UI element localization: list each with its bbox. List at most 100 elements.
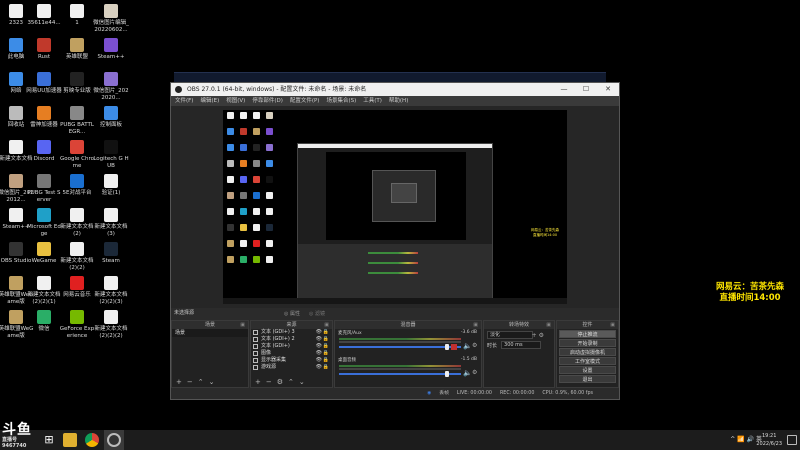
volume-slider-knob[interactable] [445, 344, 449, 350]
start-recording-button[interactable]: 开始录制 [559, 339, 616, 347]
lock-icon[interactable]: 🔒 [323, 350, 329, 357]
dock-menu-icon[interactable]: ▣ [546, 321, 551, 329]
settings-button[interactable]: 设置 [559, 366, 616, 374]
desktop-icon[interactable]: 新建文本文档(2) [59, 208, 95, 237]
studio-mode-button[interactable]: 工作室模式 [559, 357, 616, 365]
obs-title-bar[interactable]: OBS 27.0.1 (64-bit, windows) - 配置文件: 未命名… [171, 83, 619, 96]
desktop-icon[interactable]: 5E对战平台 [59, 174, 95, 197]
move-down-icon[interactable]: ⌄ [299, 378, 305, 387]
menu-file[interactable]: 文件(F) [175, 96, 193, 106]
desktop-icon[interactable]: 网易云音乐 [59, 276, 95, 299]
exit-button[interactable]: 退出 [559, 375, 616, 383]
desktop-icon[interactable]: Microsoft Edge [26, 208, 62, 237]
desktop-icon[interactable]: 验证(1) [93, 174, 129, 197]
source-item[interactable]: 游戏源 👁 🔒 [251, 364, 332, 371]
gear-icon[interactable]: ⚙ [472, 369, 477, 376]
menu-scene-collection[interactable]: 场景集合(S) [326, 96, 356, 106]
source-item[interactable]: 图像 👁 🔒 [251, 350, 332, 357]
duration-input[interactable]: 300 ms [501, 341, 542, 349]
volume-slider[interactable] [339, 346, 461, 348]
start-virtual-camera-button[interactable]: 启动虚拟摄像机 [559, 348, 616, 356]
dock-menu-icon[interactable]: ▣ [240, 321, 245, 329]
dock-menu-icon[interactable]: ▣ [610, 321, 615, 329]
desktop-icon[interactable]: WeGame [26, 242, 62, 265]
filters-button[interactable]: ◎ 滤镜 [309, 310, 325, 319]
desktop-icon[interactable]: 新建文本文档(2)(2)(3) [93, 276, 129, 305]
visibility-eye-icon[interactable]: 👁 [316, 350, 322, 357]
desktop-icon[interactable]: 新建文本文档(3) [93, 208, 129, 237]
add-scene-button[interactable]: + [176, 378, 182, 387]
lock-icon[interactable]: 🔒 [323, 343, 329, 350]
gear-icon[interactable]: ⚙ [472, 342, 477, 349]
desktop-icon[interactable]: 剪映专业版 [59, 72, 95, 95]
dock-menu-icon[interactable]: ▣ [473, 321, 478, 329]
source-item[interactable]: 文本 (GDI+) 2 👁 🔒 [251, 336, 332, 343]
visibility-eye-icon[interactable]: 👁 [316, 329, 322, 336]
desktop-icon[interactable]: 35611e44... [26, 4, 62, 27]
menu-help[interactable]: 帮助(H) [389, 96, 408, 106]
menu-tools[interactable]: 工具(T) [363, 96, 382, 106]
add-transition-icon[interactable]: + ⚙ [532, 332, 544, 339]
notification-icon[interactable] [787, 435, 797, 445]
visibility-eye-icon[interactable]: 👁 [316, 336, 322, 343]
desktop-icon[interactable]: 新建文本文档(2)(2) [59, 242, 95, 271]
visibility-eye-icon[interactable]: 👁 [316, 343, 322, 350]
source-settings-icon[interactable]: ⚙ [277, 378, 283, 387]
add-source-button[interactable]: + [255, 378, 261, 387]
source-item[interactable]: 显示器采集 👁 🔒 [251, 357, 332, 364]
desktop-icon[interactable]: Logitech G HUB [93, 140, 129, 169]
menu-edit[interactable]: 编辑(E) [200, 96, 219, 106]
lock-icon[interactable]: 🔒 [323, 364, 329, 371]
lock-icon[interactable]: 🔒 [323, 329, 329, 336]
desktop-icon[interactable]: 网易UU加速器 [26, 72, 62, 95]
desktop-icon[interactable]: 新建文本文档(2)(2)(2) [93, 310, 129, 339]
desktop-icon[interactable]: 雷神加速器 [26, 106, 62, 129]
move-up-icon[interactable]: ⌃ [198, 378, 204, 387]
obs-taskbar-icon[interactable] [107, 433, 121, 447]
move-down-icon[interactable]: ⌄ [209, 378, 215, 387]
desktop-icon[interactable]: PUBG BATTLEGR... [59, 106, 95, 135]
desktop-icon[interactable]: 微信 [26, 310, 62, 333]
move-up-icon[interactable]: ⌃ [288, 378, 294, 387]
desktop-icon[interactable]: 新建文本文档(2)(2)(1) [26, 276, 62, 305]
properties-button[interactable]: ◎ 属性 [284, 310, 300, 319]
menu-profile[interactable]: 配置文件(P) [290, 96, 320, 106]
visibility-eye-icon[interactable]: 👁 [316, 357, 322, 364]
menu-docks[interactable]: 停靠部件(D) [252, 96, 283, 106]
desktop-icon[interactable]: 控制面板 [93, 106, 129, 129]
start-button[interactable]: ⊞ [42, 433, 56, 447]
desktop-icon[interactable]: 1 [59, 4, 95, 27]
desktop-icon[interactable]: 微信图片_2022020... [93, 72, 129, 101]
lock-icon[interactable]: 🔒 [323, 336, 329, 343]
desktop-icon[interactable]: Google Chrome [59, 140, 95, 169]
preview-canvas[interactable]: 网易云：苦茶先森 直播时间14:00 [223, 110, 567, 304]
desktop-icon[interactable]: Discord [26, 140, 62, 163]
dock-menu-icon[interactable]: ▣ [324, 321, 329, 329]
minimize-button[interactable]: — [553, 83, 575, 96]
remove-scene-button[interactable]: − [187, 378, 193, 387]
desktop-icon[interactable]: Steam [93, 242, 129, 265]
stop-streaming-button[interactable]: 停止推流 [559, 330, 616, 338]
menu-view[interactable]: 视图(V) [226, 96, 245, 106]
volume-slider-knob[interactable] [445, 371, 449, 377]
close-button[interactable]: ✕ [597, 83, 619, 96]
desktop-icon[interactable]: 英雄联盟 [59, 38, 95, 61]
desktop-icon[interactable]: Rust [26, 38, 62, 61]
desktop-icon[interactable]: Steam++ [93, 38, 129, 61]
speaker-icon[interactable]: 🔈 [463, 342, 472, 350]
maximize-button[interactable]: ☐ [575, 83, 597, 96]
source-item[interactable]: 文本 (GDI+) 👁 🔒 [251, 343, 332, 350]
lock-icon[interactable]: 🔒 [323, 357, 329, 364]
desktop-icon[interactable]: PUBG Test Server [26, 174, 62, 203]
speaker-icon[interactable]: 🔈 [463, 369, 472, 377]
chrome-icon[interactable] [85, 433, 99, 447]
file-explorer-icon[interactable] [63, 433, 77, 447]
clock[interactable]: 19:21 2022/6/23 [756, 432, 782, 448]
volume-slider[interactable] [339, 373, 461, 375]
source-item[interactable]: 文本 (GDI+) 3 👁 🔒 [251, 329, 332, 336]
transition-select[interactable]: 淡化 + ⚙ [487, 331, 544, 339]
remove-source-button[interactable]: − [266, 378, 272, 387]
desktop-icon[interactable]: 微信图片编辑_20220602... [93, 4, 129, 33]
visibility-eye-icon[interactable]: 👁 [316, 364, 322, 371]
desktop-icon[interactable]: GeForce Experience [59, 310, 95, 339]
